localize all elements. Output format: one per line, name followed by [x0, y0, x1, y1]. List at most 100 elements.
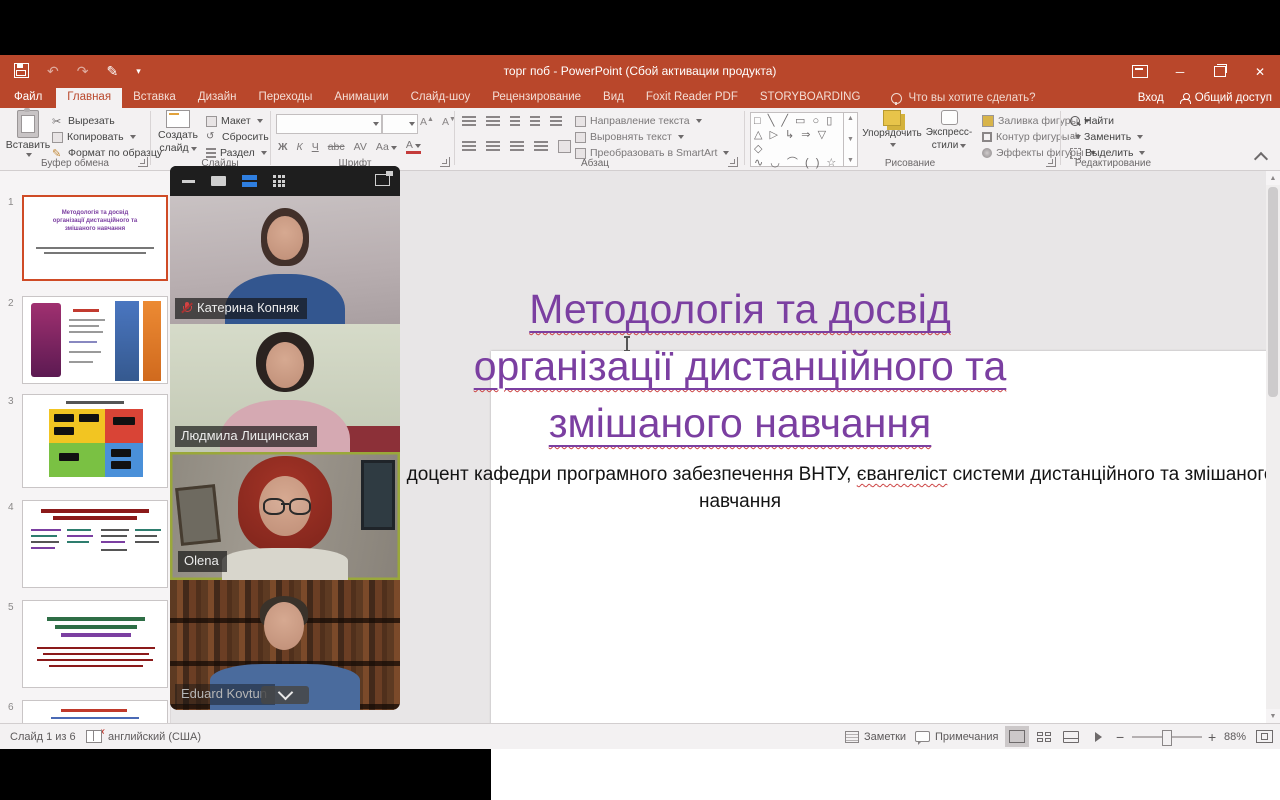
- font-name-combo[interactable]: [276, 114, 382, 134]
- font-color-button[interactable]: А: [406, 140, 421, 154]
- slide-counter[interactable]: Слайд 1 из 6: [10, 724, 76, 749]
- zoom-in-button[interactable]: +: [1208, 724, 1216, 749]
- scroll-down-button[interactable]: ▼: [1266, 709, 1280, 723]
- tab-slideshow[interactable]: Слайд-шоу: [400, 88, 482, 108]
- slide-sorter-view-button[interactable]: [1032, 726, 1056, 747]
- video-tile-participant-3-active[interactable]: Olena: [170, 452, 400, 581]
- speaker-view-icon[interactable]: [211, 176, 226, 186]
- filmstrip-view-icon[interactable]: [242, 175, 257, 187]
- shapes-gallery-scroll[interactable]: ▲ ▼ ▼: [843, 113, 857, 166]
- increase-indent-icon[interactable]: [530, 116, 540, 127]
- video-tile-participant-4[interactable]: Eduard Kovtun: [170, 580, 400, 710]
- gallery-more-icon[interactable]: ▼: [847, 157, 854, 164]
- fit-to-window-button[interactable]: [1256, 724, 1273, 749]
- sign-in-link[interactable]: Вход: [1138, 92, 1164, 104]
- paste-button[interactable]: Вставить: [8, 110, 48, 157]
- align-left-icon[interactable]: [462, 141, 476, 152]
- comments-button[interactable]: Примечания: [915, 724, 999, 749]
- bullets-icon[interactable]: [462, 116, 476, 127]
- close-button[interactable]: ✕: [1240, 55, 1280, 88]
- slide-thumbnail-1[interactable]: Методологія та досвід організації дистан…: [22, 195, 168, 281]
- shapes-gallery[interactable]: □ ╲ ╱ ▭ ○ ▯ △ ▷ ↳ ⇒ ▽ ◇ ∿ ◡ ⌒ ( ) ☆ ▲ ▼ …: [750, 112, 858, 167]
- proofing-button[interactable]: ✗: [86, 724, 106, 749]
- reset-button[interactable]: ↺Сбросить: [206, 131, 269, 143]
- cut-button[interactable]: ✂Вырезать: [52, 115, 115, 127]
- align-right-icon[interactable]: [510, 141, 524, 152]
- strikethrough-button[interactable]: abc: [328, 141, 345, 153]
- slide-thumbnail-3[interactable]: [22, 394, 168, 488]
- notes-button[interactable]: Заметки: [845, 724, 906, 749]
- shape-outline-button[interactable]: Контур фигуры: [982, 131, 1081, 143]
- tab-review[interactable]: Рецензирование: [481, 88, 592, 108]
- clipboard-dialog-launcher[interactable]: [138, 157, 148, 167]
- language-indicator[interactable]: английский (США): [108, 724, 201, 749]
- zoom-slider[interactable]: [1132, 724, 1202, 749]
- tab-transitions[interactable]: Переходы: [247, 88, 323, 108]
- tell-me-box[interactable]: Что вы хотите сделать?: [885, 88, 1041, 108]
- replace-button[interactable]: abЗаменить: [1070, 131, 1143, 143]
- align-text-button[interactable]: Выровнять текст: [575, 131, 684, 143]
- change-case-button[interactable]: Аа: [376, 141, 397, 153]
- gallery-view-icon[interactable]: [273, 175, 285, 187]
- quick-styles-button[interactable]: Экспресс- стили: [924, 110, 974, 151]
- slide-thumbnail-5[interactable]: [22, 600, 168, 688]
- line-spacing-icon[interactable]: [550, 116, 562, 127]
- minimize-videos-icon[interactable]: [182, 180, 195, 183]
- tab-storyboarding[interactable]: STORYBOARDING: [749, 88, 872, 108]
- shapes-row-1[interactable]: □ ╲ ╱ ▭ ○ ▯: [754, 114, 840, 128]
- video-tile-participant-1[interactable]: Катерина Копняк: [170, 196, 400, 325]
- slide-thumbnail-6[interactable]: [22, 700, 168, 723]
- find-button[interactable]: Найти: [1070, 115, 1114, 127]
- kerning-button[interactable]: AV: [354, 141, 367, 153]
- text-direction-button[interactable]: Направление текста: [575, 115, 702, 127]
- scroll-down-icon[interactable]: ▼: [847, 136, 854, 143]
- drawing-dialog-launcher[interactable]: [1046, 157, 1056, 167]
- zoom-slider-handle[interactable]: [1162, 730, 1172, 746]
- decrease-indent-icon[interactable]: [510, 116, 520, 127]
- font-dialog-launcher[interactable]: [440, 157, 450, 167]
- reading-view-button[interactable]: [1059, 726, 1083, 747]
- shapes-row-2[interactable]: △ ▷ ↳ ⇒ ▽ ◇: [754, 128, 840, 156]
- slideshow-view-button[interactable]: [1086, 726, 1110, 747]
- font-size-combo[interactable]: [382, 114, 418, 134]
- italic-button[interactable]: К: [297, 141, 303, 153]
- scroll-up-icon[interactable]: ▲: [847, 115, 854, 122]
- zoom-out-button[interactable]: −: [1116, 724, 1124, 749]
- slide-thumbnail-4[interactable]: [22, 500, 168, 588]
- tab-animations[interactable]: Анимации: [323, 88, 399, 108]
- collapse-videos-button[interactable]: [261, 686, 309, 704]
- zoom-level[interactable]: 88%: [1224, 724, 1246, 749]
- tab-foxit[interactable]: Foxit Reader PDF: [635, 88, 749, 108]
- zoom-slider-track[interactable]: [1132, 736, 1202, 738]
- layout-button[interactable]: Макет: [206, 115, 263, 127]
- tab-view[interactable]: Вид: [592, 88, 635, 108]
- normal-view-button[interactable]: [1005, 726, 1029, 747]
- tab-file[interactable]: Файл: [0, 88, 56, 108]
- tab-insert[interactable]: Вставка: [122, 88, 187, 108]
- align-center-icon[interactable]: [486, 141, 500, 152]
- collapse-ribbon-icon[interactable]: [1254, 152, 1268, 166]
- numbering-icon[interactable]: [486, 116, 500, 127]
- tab-design[interactable]: Дизайн: [187, 88, 248, 108]
- bold-button[interactable]: Ж: [278, 141, 288, 153]
- ribbon-display-options-button[interactable]: [1120, 55, 1160, 88]
- shapes-row-3[interactable]: ∿ ◡ ⌒ ( ) ☆: [754, 156, 840, 170]
- vertical-scrollbar[interactable]: ▲ ▼: [1266, 171, 1280, 723]
- copy-button[interactable]: Копировать: [52, 131, 136, 143]
- arrange-button[interactable]: Упорядочить: [864, 110, 920, 150]
- minimize-button[interactable]: ─: [1160, 55, 1200, 88]
- underline-button[interactable]: Ч: [312, 141, 319, 153]
- slide-thumbnail-2[interactable]: [22, 296, 168, 384]
- columns-icon[interactable]: [558, 140, 571, 153]
- scroll-up-button[interactable]: ▲: [1266, 171, 1280, 185]
- grow-font-button[interactable]: А▲: [420, 116, 434, 128]
- video-tile-participant-2[interactable]: Людмила Лищинская: [170, 324, 400, 453]
- new-slide-button[interactable]: Создать слайд: [156, 110, 200, 154]
- share-button[interactable]: Общий доступ: [1180, 92, 1272, 104]
- tab-home[interactable]: Главная: [56, 88, 122, 108]
- justify-icon[interactable]: [534, 141, 548, 152]
- scrollbar-thumb[interactable]: [1268, 187, 1278, 397]
- popout-icon[interactable]: [375, 174, 390, 186]
- paragraph-dialog-launcher[interactable]: [728, 157, 738, 167]
- restore-button[interactable]: [1200, 55, 1240, 88]
